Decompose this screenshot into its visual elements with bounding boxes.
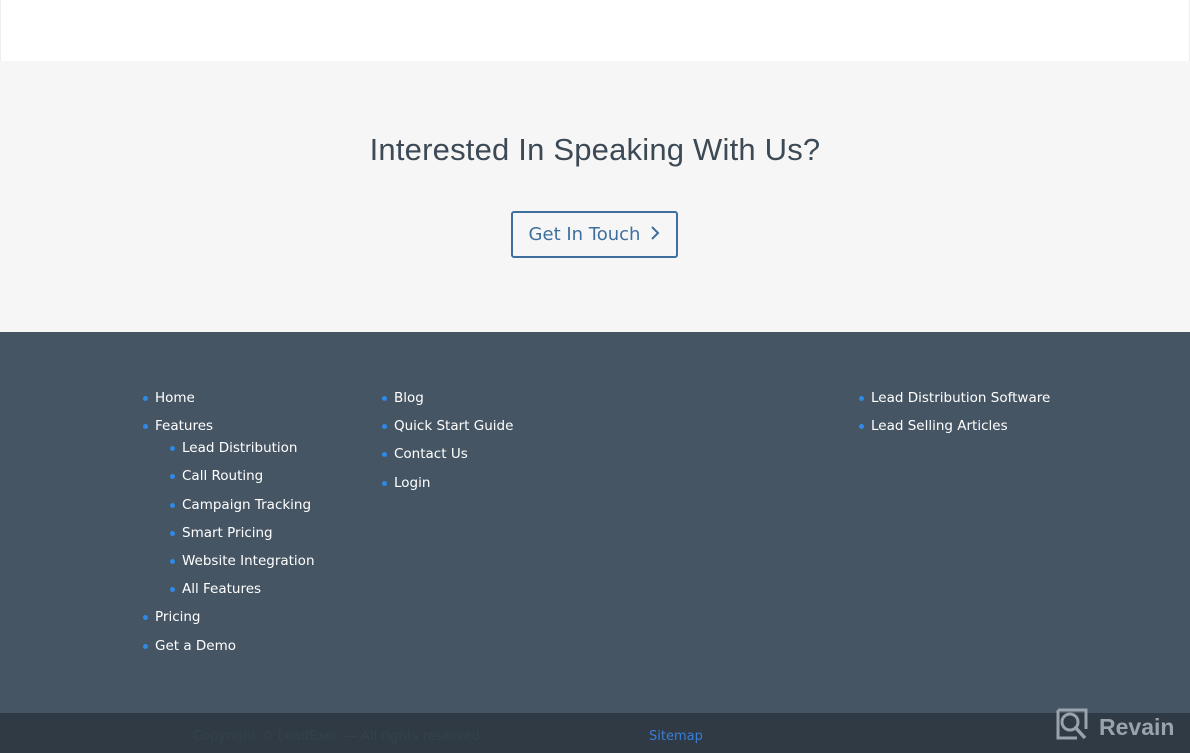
footer-link-home[interactable]: Home [143,388,315,416]
footer-link-lead-distribution-software[interactable]: Lead Distribution Software [859,388,1050,416]
get-in-touch-label: Get In Touch [528,224,641,245]
copyright-text: Copyright © LeadExec — All rights reserv… [193,729,480,744]
footer-nav-column-2: Blog Quick Start Guide Contact Us Login [382,388,513,501]
footer-link-lead-distribution[interactable]: Lead Distribution [143,438,315,466]
footer-link-quick-start-guide[interactable]: Quick Start Guide [382,416,513,444]
revain-watermark: Revain [1055,707,1174,747]
footer-link-pricing[interactable]: Pricing [143,607,315,635]
footer-bottom-bar: Copyright © LeadExec — All rights reserv… [0,713,1190,753]
get-in-touch-button[interactable]: Get In Touch [511,211,678,258]
cta-section: Interested In Speaking With Us? Get In T… [0,61,1190,332]
revain-logo-icon [1055,707,1089,747]
footer-link-blog[interactable]: Blog [382,388,513,416]
footer: Home Features Lead Distribution Call Rou… [0,332,1190,713]
footer-link-all-features[interactable]: All Features [143,579,315,607]
footer-link-get-a-demo[interactable]: Get a Demo [143,636,315,664]
footer-link-lead-selling-articles[interactable]: Lead Selling Articles [859,416,1050,444]
sitemap-link[interactable]: Sitemap [649,729,703,744]
revain-label: Revain [1099,713,1175,740]
top-blank-section [0,0,1190,61]
footer-link-contact-us[interactable]: Contact Us [382,444,513,472]
chevron-right-icon [650,225,660,245]
footer-link-call-routing[interactable]: Call Routing [143,466,315,494]
cta-heading: Interested In Speaking With Us? [369,132,821,167]
footer-link-campaign-tracking[interactable]: Campaign Tracking [143,495,315,523]
footer-nav-column-3: Lead Distribution Software Lead Selling … [859,388,1050,444]
footer-link-smart-pricing[interactable]: Smart Pricing [143,523,315,551]
footer-link-website-integration[interactable]: Website Integration [143,551,315,579]
footer-link-login[interactable]: Login [382,473,513,501]
footer-nav-column-1: Home Features Lead Distribution Call Rou… [143,388,315,664]
